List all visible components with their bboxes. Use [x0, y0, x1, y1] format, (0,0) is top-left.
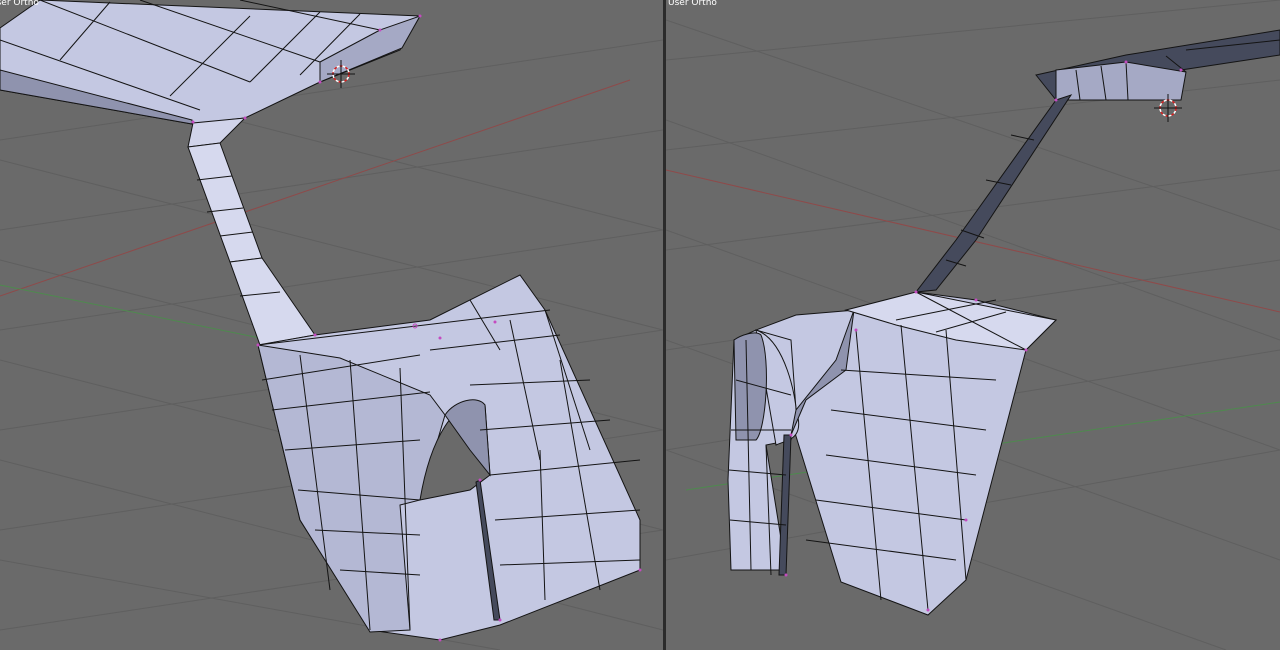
mesh-seat-left[interactable] [0, 0, 642, 642]
viewport-right-label: User Ortho [668, 0, 717, 8]
viewport-left-canvas[interactable] [0, 0, 663, 650]
viewport-right-canvas[interactable] [666, 0, 1280, 650]
viewport-right[interactable]: User Ortho [666, 0, 1280, 650]
mesh-seat-right[interactable] [727, 29, 1280, 616]
viewport-left-label: User Ortho [0, 0, 39, 8]
viewport-split: User Ortho [0, 0, 1280, 650]
viewport-left[interactable]: User Ortho [0, 0, 663, 650]
x-axis-line [0, 79, 631, 297]
